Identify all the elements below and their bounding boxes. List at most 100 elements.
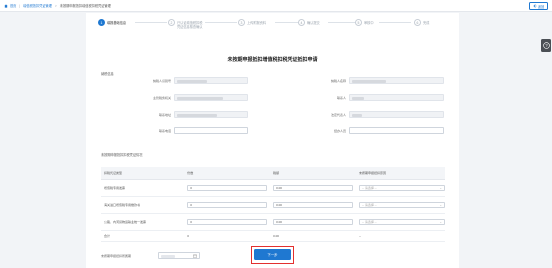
tax-authority-label: 主管税务机关	[152, 95, 171, 100]
table-row: 增值税专用发票 0 0.00 -- 请选择 -- ⌄	[101, 179, 445, 197]
row-type: 增值税专用发票	[101, 179, 185, 197]
step-connector	[328, 22, 356, 23]
header-tax: 税额	[270, 167, 356, 180]
contact-row: 联系人	[286, 94, 346, 101]
redacted-value	[177, 96, 223, 100]
step-connector	[205, 22, 237, 23]
table-row: 公路、内河货物运输业统一发票 0 0.00 -- 请选择 -- ⌄	[101, 213, 445, 231]
redacted-value	[352, 96, 364, 100]
step-label: 已认证增值税扣税凭证信息核查确认	[177, 20, 203, 29]
breadcrumb-current: 未按期申报抵扣增值税扣税凭证管理	[59, 4, 111, 8]
breadcrumb: 首页 | 增值税抵扣凭证管理 > 未按期申报抵扣增值税扣税凭证管理	[0, 3, 111, 8]
redacted-value	[352, 113, 362, 117]
legal-rep-row: 法定代表人	[286, 111, 346, 118]
redacted-value	[177, 113, 217, 117]
chevron-down-icon: ⌄	[439, 219, 442, 224]
help-button[interactable]: ?	[541, 39, 551, 52]
taxpayer-name-row: 纳税人名称	[286, 77, 346, 84]
count-input[interactable]: 0	[187, 201, 268, 208]
back-button[interactable]: 返回	[529, 2, 548, 10]
step-connector	[135, 22, 167, 23]
total-label: 合计	[101, 230, 185, 242]
breadcrumb-home[interactable]: 首页	[10, 3, 16, 8]
tax-input[interactable]: 0.00	[273, 218, 354, 225]
address-field	[174, 111, 248, 118]
phone-input[interactable]	[174, 127, 248, 134]
step-number: 6	[414, 19, 421, 26]
header-type: 扣税凭证类型	[101, 167, 185, 180]
reason-placeholder: -- 请选择 --	[362, 219, 377, 224]
count-input[interactable]: 0	[187, 218, 268, 225]
main-card: 1 填报基础信息 2 已认证增值税扣税凭证信息核查确认 3 上传附报资料 4 确…	[86, 13, 459, 268]
total-tax: 0.00	[270, 230, 356, 242]
step-label: 完成	[423, 20, 430, 25]
step-label: 上传附报资料	[247, 20, 267, 25]
back-label: 返回	[537, 4, 545, 9]
total-row: 合计 0 0.00 --	[101, 230, 445, 242]
back-arrow-icon	[533, 4, 537, 8]
phone-label: 联系电话	[158, 128, 171, 133]
period-row: 未按期申报抵扣所属期	[101, 254, 131, 258]
reason-select[interactable]: -- 请选择 -- ⌄	[359, 201, 445, 208]
handler-label: 经办人员	[333, 128, 346, 133]
redacted-value	[161, 254, 175, 258]
calendar-icon	[193, 254, 197, 258]
address-label: 联系地址	[158, 112, 171, 117]
next-button[interactable]: 下一步	[254, 249, 291, 260]
row-type: 公路、内河货物运输业统一发票	[101, 213, 185, 231]
redacted-value	[352, 79, 386, 83]
total-count: 0	[184, 230, 271, 242]
tax-input[interactable]: 0.00	[273, 201, 354, 208]
home-icon	[4, 3, 8, 8]
redacted-value	[177, 79, 207, 83]
count-input[interactable]: 0	[187, 184, 268, 191]
reason-placeholder: -- 请选择 --	[362, 185, 377, 190]
reason-select[interactable]: -- 请选择 -- ⌄	[359, 184, 445, 191]
progress-steps: 1 填报基础信息 2 已认证增值税扣税凭证信息核查确认 3 上传附报资料 4 确…	[86, 19, 459, 39]
period-label: 未按期申报抵扣所属期	[101, 254, 132, 258]
top-bar: 首页 | 增值税抵扣凭证管理 > 未按期申报抵扣增值税扣税凭证管理 返回	[0, 0, 552, 12]
taxpayer-id-row: 纳税人识别号	[106, 77, 171, 84]
tax-authority-row: 主管税务机关	[106, 94, 171, 101]
header-count: 份数	[184, 167, 271, 180]
taxpayer-id-field	[174, 77, 248, 84]
table-header-row: 扣税凭证类型 份数 税额 未按期申报抵扣原因	[101, 167, 445, 180]
reason-select[interactable]: -- 请选择 -- ⌄	[359, 218, 445, 225]
step-number: 1	[98, 19, 105, 26]
breadcrumb-separator: >	[54, 3, 57, 8]
handler-row: 经办人员	[286, 127, 346, 134]
tax-authority-field	[174, 94, 248, 101]
step-number: 5	[355, 19, 362, 26]
vouchers-section-title: 未按期申报抵扣扣税凭证情况	[101, 153, 143, 157]
period-picker[interactable]	[158, 252, 200, 259]
table-row: 海关进口增值税专用缴款书 0 0.00 -- 请选择 -- ⌄	[101, 196, 445, 214]
taxpayer-name-label: 纳税人名称	[330, 78, 346, 83]
contact-label: 联系人	[336, 95, 346, 100]
chevron-down-icon: ⌄	[439, 202, 442, 207]
taxpayer-name-field	[349, 77, 444, 84]
reason-placeholder: -- 请选择 --	[362, 202, 377, 207]
phone-row: 联系电话	[106, 127, 171, 134]
handler-input[interactable]	[349, 127, 444, 134]
legal-rep-label: 法定代表人	[330, 112, 346, 117]
contact-field	[349, 94, 444, 101]
breadcrumb-link[interactable]: 增值税抵扣凭证管理	[23, 3, 52, 8]
row-type: 海关进口增值税专用缴款书	[101, 196, 185, 214]
taxpayer-id-label: 纳税人识别号	[152, 78, 171, 83]
svg-text:?: ?	[545, 43, 548, 48]
step-label: 填报基础信息	[107, 20, 127, 25]
breadcrumb-separator: |	[19, 3, 21, 8]
header-reason: 未按期申报抵扣原因	[356, 167, 445, 180]
help-icon: ?	[542, 42, 550, 49]
basic-section-title: 纳税信息	[101, 72, 114, 76]
step-connector	[379, 22, 411, 23]
tax-input[interactable]: 0.00	[273, 184, 354, 191]
step-number: 3	[238, 19, 245, 26]
total-reason: --	[356, 230, 445, 242]
vouchers-table: 扣税凭证类型 份数 税额 未按期申报抵扣原因 增值税专用发票 0 0.00 --…	[101, 167, 445, 242]
legal-rep-field	[349, 111, 444, 118]
chevron-down-icon: ⌄	[439, 185, 442, 190]
step-number: 4	[298, 19, 305, 26]
step-number: 2	[168, 19, 175, 26]
page-title: 未按期申报抵扣增值税扣税凭证抵扣申请	[227, 57, 318, 63]
